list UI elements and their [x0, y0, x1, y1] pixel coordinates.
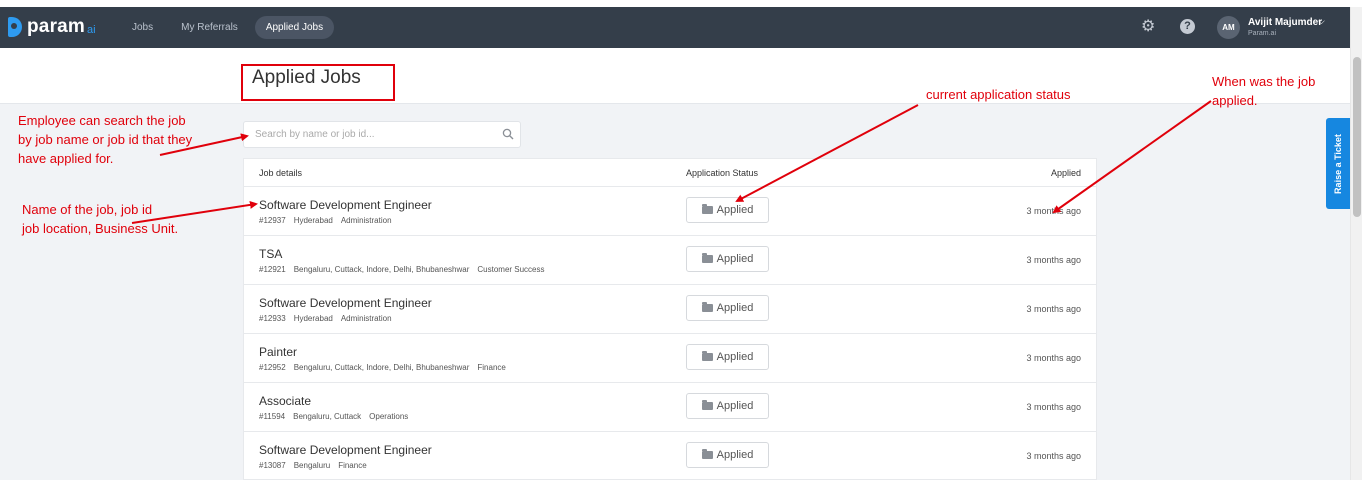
annotation-line: When was the job — [1212, 74, 1316, 89]
applied-time: 3 months ago — [1026, 304, 1081, 314]
table-row[interactable]: Software Development Engineer #12933 Hyde… — [244, 284, 1096, 333]
user-name[interactable]: Avijit Majumder — [1248, 17, 1322, 28]
search-icon[interactable] — [502, 128, 514, 140]
applied-time: 3 months ago — [1026, 402, 1081, 412]
job-location: Hyderabad — [293, 216, 333, 225]
raise-ticket-button[interactable]: Raise a Ticket — [1326, 118, 1350, 209]
job-location: Hyderabad — [293, 314, 333, 323]
brand-name: param — [27, 16, 86, 37]
job-title[interactable]: TSA — [259, 247, 282, 261]
annotation-job-details: Name of the job, job id job location, Bu… — [22, 200, 178, 238]
scrollbar-thumb[interactable] — [1353, 57, 1361, 217]
job-id: #12952 — [259, 363, 286, 372]
scrollbar[interactable] — [1350, 7, 1362, 480]
table-row[interactable]: Associate #11594 Bengaluru, Cuttack Operat… — [244, 382, 1096, 431]
status-badge[interactable]: Applied — [686, 393, 769, 419]
column-header-application-status: Application Status — [686, 168, 759, 178]
job-location: Bengaluru, Cuttack, Indore, Delhi, Bhuba… — [293, 265, 470, 274]
gear-icon[interactable]: ⚙ — [1141, 19, 1157, 35]
table-row[interactable]: Software Development Engineer #13087 Beng… — [244, 431, 1096, 480]
job-id: #12937 — [259, 216, 286, 225]
job-location: Bengaluru — [293, 461, 331, 470]
folder-icon — [701, 400, 713, 410]
search-input[interactable] — [255, 129, 495, 140]
applied-time: 3 months ago — [1026, 206, 1081, 216]
job-meta: #13087 Bengaluru Finance — [259, 461, 375, 470]
annotation-search: Employee can search the job by job name … — [18, 111, 192, 168]
status-badge[interactable]: Applied — [686, 295, 769, 321]
logo-icon — [8, 17, 22, 37]
business-unit: Finance — [338, 461, 367, 470]
status-badge[interactable]: Applied — [686, 246, 769, 272]
job-location: Bengaluru, Cuttack, Indore, Delhi, Bhuba… — [293, 363, 470, 372]
table-row[interactable]: TSA #12921 Bengaluru, Cuttack, Indore, De… — [244, 235, 1096, 284]
column-header-applied: Applied — [1050, 168, 1081, 178]
folder-icon — [701, 302, 713, 312]
applied-jobs-table: Job details Application Status Applied S… — [243, 158, 1097, 480]
business-unit: Operations — [369, 412, 409, 421]
job-title[interactable]: Software Development Engineer — [259, 198, 432, 212]
nav-item-applied-jobs[interactable]: Applied Jobs — [254, 16, 335, 39]
table-row[interactable]: Painter #12952 Bengaluru, Cuttack, Indore… — [244, 333, 1096, 382]
job-title[interactable]: Software Development Engineer — [259, 443, 432, 457]
business-unit: Customer Success — [477, 265, 545, 274]
folder-icon — [701, 204, 713, 214]
job-meta: #11594 Bengaluru, Cuttack Operations — [259, 412, 416, 421]
annotation-line: job location, Business Unit. — [22, 221, 179, 236]
status-badge[interactable]: Applied — [686, 344, 769, 370]
status-label: Applied — [716, 204, 754, 216]
folder-icon — [701, 351, 713, 361]
status-badge[interactable]: Applied — [686, 197, 769, 223]
job-location: Bengaluru, Cuttack — [293, 412, 362, 421]
business-unit: Administration — [340, 314, 392, 323]
nav-item-jobs[interactable]: Jobs — [121, 16, 164, 39]
job-title[interactable]: Associate — [259, 394, 311, 408]
status-label: Applied — [716, 351, 754, 363]
folder-icon — [701, 449, 713, 459]
main-nav: Jobs My Referrals Applied Jobs — [121, 16, 340, 39]
status-label: Applied — [716, 253, 754, 265]
brand-logo[interactable]: param ai — [8, 16, 96, 38]
job-meta: #12933 Hyderabad Administration — [259, 314, 400, 323]
folder-icon — [701, 253, 713, 263]
status-badge[interactable]: Applied — [686, 442, 769, 468]
help-icon[interactable]: ? — [1180, 19, 1195, 34]
search-box[interactable] — [243, 121, 521, 148]
column-header-job-details: Job details — [259, 168, 303, 178]
job-id: #11594 — [259, 412, 286, 421]
annotation-line: applied. — [1212, 93, 1258, 108]
annotation-line: Employee can search the job — [18, 113, 186, 128]
annotation-applied: When was the job applied. — [1212, 72, 1315, 110]
job-title[interactable]: Software Development Engineer — [259, 296, 432, 310]
job-meta: #12921 Bengaluru, Cuttack, Indore, Delhi,… — [259, 265, 553, 274]
annotation-line: by job name or job id that they — [18, 132, 193, 147]
job-id: #12933 — [259, 314, 286, 323]
avatar[interactable]: AM — [1217, 16, 1240, 39]
job-title[interactable]: Painter — [259, 345, 297, 359]
chevron-down-icon[interactable]: ⌵ — [1318, 16, 1325, 27]
status-label: Applied — [716, 400, 754, 412]
annotation-line: have applied for. — [18, 151, 114, 166]
annotation-line: Name of the job, job id — [22, 202, 153, 217]
table-row[interactable]: Software Development Engineer #12937 Hyde… — [244, 186, 1096, 235]
job-meta: #12937 Hyderabad Administration — [259, 216, 400, 225]
job-meta: #12952 Bengaluru, Cuttack, Indore, Delhi,… — [259, 363, 514, 372]
business-unit: Finance — [477, 363, 506, 372]
job-id: #12921 — [259, 265, 286, 274]
annotation-status: current application status — [926, 87, 1071, 102]
applied-time: 3 months ago — [1026, 353, 1081, 363]
status-label: Applied — [716, 302, 754, 314]
user-org: Param.ai — [1248, 30, 1277, 37]
job-id: #13087 — [259, 461, 286, 470]
brand-suffix: ai — [87, 23, 96, 36]
nav-item-my-referrals[interactable]: My Referrals — [170, 16, 249, 39]
title-highlight-box — [241, 64, 395, 101]
business-unit: Administration — [340, 216, 392, 225]
raise-ticket-label: Raise a Ticket — [1333, 133, 1343, 194]
applied-time: 3 months ago — [1026, 255, 1081, 265]
status-label: Applied — [716, 449, 754, 461]
applied-time: 3 months ago — [1026, 451, 1081, 461]
top-navbar: param ai Jobs My Referrals Applied Jobs … — [0, 7, 1350, 48]
